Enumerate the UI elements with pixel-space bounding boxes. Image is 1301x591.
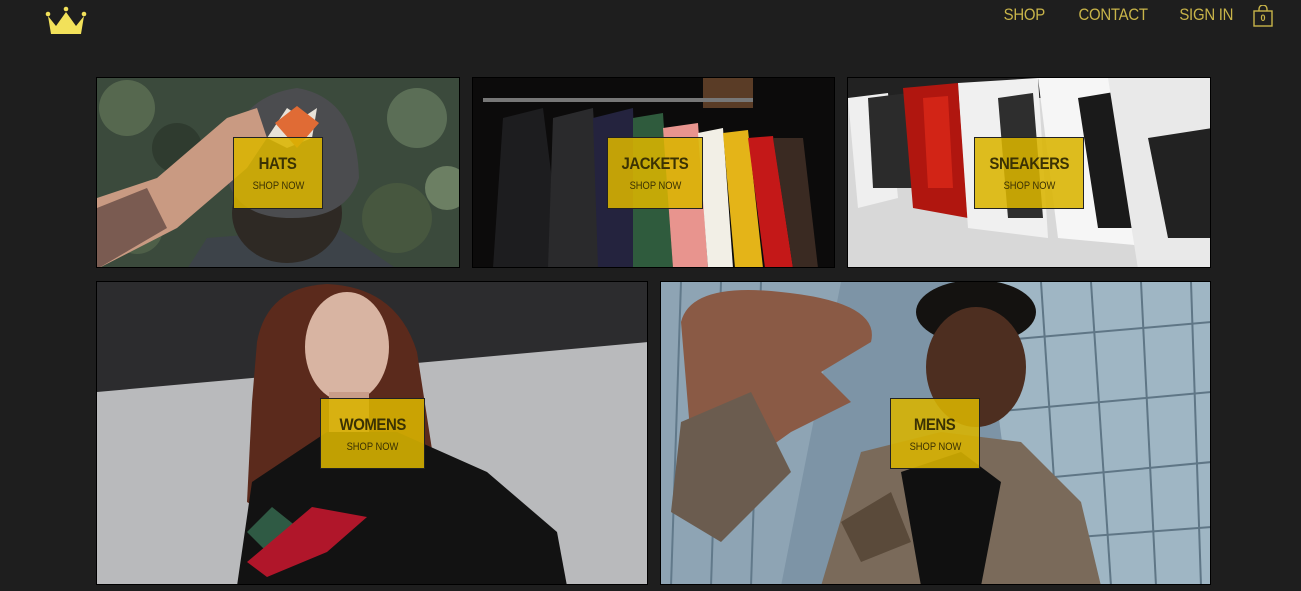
crown-icon[interactable]: [44, 4, 88, 38]
sneakers-badge[interactable]: SNEAKERS SHOP NOW: [974, 137, 1084, 209]
jackets-badge[interactable]: JACKETS SHOP NOW: [607, 137, 703, 209]
category-tile-mens[interactable]: MENS SHOP NOW: [660, 281, 1211, 585]
shop-now-label: SHOP NOW: [1003, 180, 1055, 192]
cart-count: 0: [1260, 13, 1266, 23]
shop-now-label: SHOP NOW: [252, 180, 304, 192]
category-tile-womens[interactable]: WOMENS SHOP NOW: [96, 281, 648, 585]
nav-shop-link[interactable]: SHOP: [1004, 0, 1046, 30]
womens-badge[interactable]: WOMENS SHOP NOW: [320, 398, 425, 469]
shop-now-label: SHOP NOW: [629, 180, 681, 192]
category-tile-hats[interactable]: HATS SHOP NOW: [96, 77, 460, 268]
nav-sign-in-link[interactable]: SIGN IN: [1179, 0, 1233, 30]
shop-now-label: SHOP NOW: [909, 440, 961, 453]
category-title: JACKETS: [621, 154, 689, 173]
shop-now-label: SHOP NOW: [346, 440, 399, 453]
nav-contact-link[interactable]: CONTACT: [1078, 0, 1148, 30]
category-title: SNEAKERS: [989, 154, 1069, 173]
main-nav: SHOP CONTACT SIGN IN 0: [974, 0, 1273, 30]
category-title: MENS: [914, 414, 956, 434]
category-title: WOMENS: [339, 414, 406, 434]
category-tile-sneakers[interactable]: SNEAKERS SHOP NOW: [847, 77, 1211, 268]
category-tile-jackets[interactable]: JACKETS SHOP NOW: [472, 77, 835, 268]
mens-badge[interactable]: MENS SHOP NOW: [890, 398, 980, 469]
category-title: HATS: [259, 154, 297, 173]
hats-badge[interactable]: HATS SHOP NOW: [233, 137, 323, 209]
shopping-bag-icon[interactable]: 0: [1253, 4, 1273, 27]
